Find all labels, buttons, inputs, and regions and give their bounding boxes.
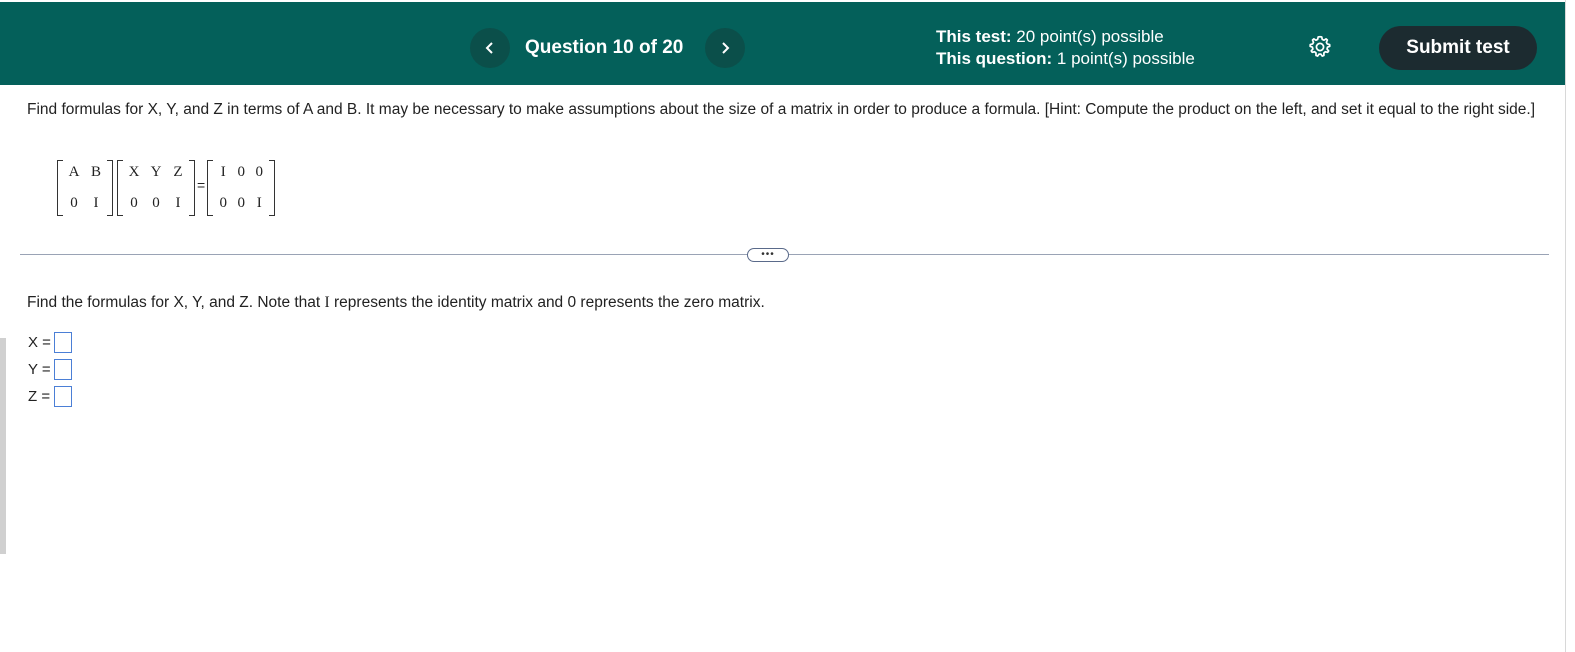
- answer-input-y[interactable]: [54, 359, 72, 380]
- matrix-middle: X Y Z 0 0 I: [117, 160, 195, 216]
- matrix-cell: Z: [173, 164, 183, 180]
- answer-row-z: Z =: [28, 386, 72, 407]
- matrix-equation: A B 0 I X Y Z 0 0 I = I 0 0 0 0 I: [57, 158, 276, 218]
- matrix-cell: 0: [255, 164, 263, 180]
- window-edge: [1565, 0, 1575, 652]
- matrix-cell: I: [256, 195, 262, 211]
- next-question-button[interactable]: [705, 28, 745, 68]
- matrix-cell: 0: [237, 195, 245, 211]
- matrix-cell: B: [90, 164, 101, 180]
- answer-prompt: Find the formulas for X, Y, and Z. Note …: [27, 294, 765, 311]
- answer-label: X =: [28, 334, 51, 351]
- equals-sign: =: [197, 177, 206, 193]
- chevron-left-icon: [485, 42, 493, 54]
- answer-label: Z =: [28, 388, 51, 405]
- matrix-cell: 0: [237, 164, 245, 180]
- chevron-right-icon: [722, 42, 730, 54]
- points-info: This test: 20 point(s) possible This que…: [936, 26, 1195, 70]
- matrix-cell: I: [175, 195, 181, 211]
- answer-input-z[interactable]: [54, 386, 72, 407]
- matrix-cell: 0: [219, 195, 227, 211]
- matrix-right: I 0 0 0 0 I: [207, 160, 276, 216]
- gear-icon[interactable]: [1307, 34, 1333, 60]
- previous-question-button[interactable]: [470, 28, 510, 68]
- expand-toggle-button[interactable]: •••: [747, 248, 789, 262]
- matrix-cell: 0: [130, 195, 138, 211]
- answer-label: Y =: [28, 361, 51, 378]
- answer-input-x[interactable]: [54, 332, 72, 353]
- matrix-cell: 0: [152, 195, 160, 211]
- matrix-cell: I: [220, 164, 226, 180]
- submit-test-button[interactable]: Submit test: [1379, 26, 1537, 70]
- question-points: This question: 1 point(s) possible: [936, 49, 1195, 68]
- matrix-cell: I: [93, 195, 99, 211]
- left-scrollbar[interactable]: [0, 338, 6, 554]
- top-bar: Question 10 of 20 This test: 20 point(s)…: [0, 2, 1565, 85]
- answer-row-x: X =: [28, 332, 72, 353]
- matrix-cell: X: [128, 164, 140, 180]
- answer-row-y: Y =: [28, 359, 72, 380]
- matrix-cell: 0: [70, 195, 78, 211]
- matrix-cell: Y: [150, 164, 162, 180]
- matrix-left: A B 0 I: [57, 160, 113, 216]
- test-points: This test: 20 point(s) possible: [936, 27, 1164, 46]
- matrix-cell: A: [68, 164, 80, 180]
- question-counter: Question 10 of 20: [525, 37, 684, 58]
- question-prompt: Find formulas for X, Y, and Z in terms o…: [27, 101, 1536, 118]
